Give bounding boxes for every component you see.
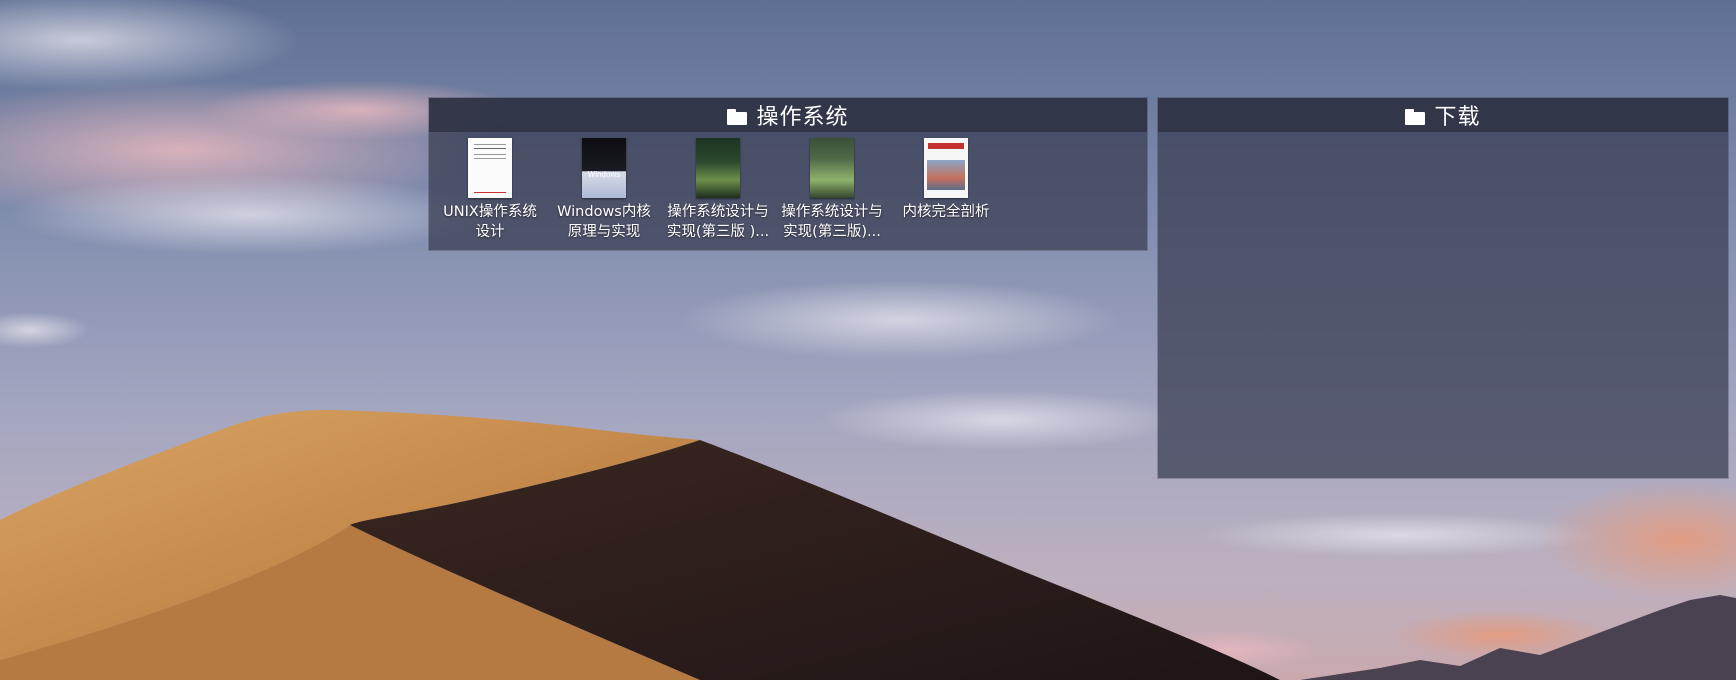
desktop: 操作系统 UNIX操作系统 设计 Windows Windows内核 原理与实现 (0, 0, 1736, 680)
folder-icon (1405, 108, 1426, 125)
file-label: UNIX操作系统 设计 (443, 204, 537, 240)
folder-icon (727, 108, 748, 125)
book-cover-icon: Windows (582, 138, 626, 198)
book-cover-icon (924, 138, 968, 198)
fence-title: 下载 (1434, 105, 1481, 130)
book-cover-icon (810, 138, 854, 198)
cover-title: Windows (587, 170, 621, 179)
file-item-os-design-impl-1[interactable]: 操作系统设计与 实现(第三版 )... (661, 138, 775, 242)
fence-downloads[interactable]: 下载 (1158, 98, 1728, 478)
file-label: 操作系统设计与 实现(第三版)... (781, 204, 883, 240)
file-item-unix-os-design[interactable]: UNIX操作系统 设计 (433, 138, 547, 242)
fence-header[interactable]: 下载 (1158, 98, 1728, 132)
fence-operating-systems[interactable]: 操作系统 UNIX操作系统 设计 Windows Windows内核 原理与实现 (429, 98, 1147, 250)
file-label: Windows内核 原理与实现 (557, 204, 651, 240)
book-cover-icon (696, 138, 740, 198)
fence-body: UNIX操作系统 设计 Windows Windows内核 原理与实现 操作系统… (429, 132, 1147, 242)
file-item-windows-kernel[interactable]: Windows Windows内核 原理与实现 (547, 138, 661, 242)
file-item-kernel-analysis[interactable]: 内核完全剖析 (889, 138, 1003, 222)
book-cover-icon (468, 138, 512, 198)
file-item-os-design-impl-2[interactable]: 操作系统设计与 实现(第三版)... (775, 138, 889, 242)
fence-body-empty (1158, 132, 1728, 138)
fence-header[interactable]: 操作系统 (429, 98, 1147, 132)
file-label: 内核完全剖析 (902, 204, 990, 220)
fence-title: 操作系统 (756, 105, 849, 130)
file-label: 操作系统设计与 实现(第三版 )... (666, 204, 770, 240)
